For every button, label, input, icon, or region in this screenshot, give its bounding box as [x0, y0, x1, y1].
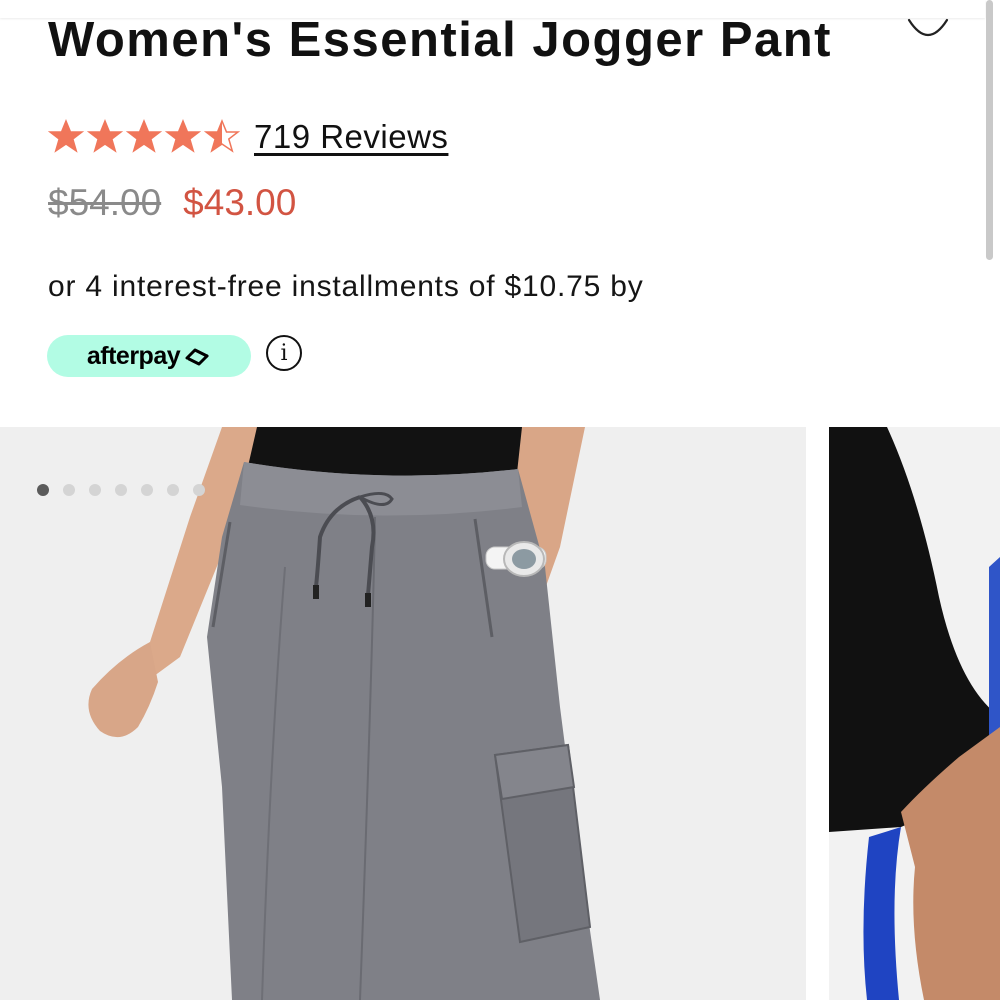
sale-price: $43.00 — [183, 182, 297, 223]
star-icon — [165, 119, 201, 153]
product-title: Women's Essential Jogger Pant — [48, 13, 833, 67]
reviews-link[interactable]: 719 Reviews — [254, 118, 448, 156]
star-rating — [48, 119, 240, 155]
heart-outline-icon — [907, 18, 949, 37]
product-image-gallery[interactable] — [0, 427, 1000, 1000]
info-icon[interactable]: i — [266, 335, 302, 371]
carousel-dot[interactable] — [89, 484, 101, 496]
star-icon — [126, 119, 162, 153]
price-row: $54.00 $43.00 — [48, 182, 296, 224]
carousel-dot[interactable] — [37, 484, 49, 496]
original-price: $54.00 — [48, 182, 162, 223]
product-image-main[interactable] — [0, 427, 806, 1000]
carousel-dot[interactable] — [167, 484, 179, 496]
rating-row: 719 Reviews — [48, 118, 448, 156]
carousel-dot[interactable] — [141, 484, 153, 496]
jogger-pant-photo — [0, 427, 806, 1000]
product-image-next[interactable] — [829, 427, 1000, 1000]
carousel-dot[interactable] — [63, 484, 75, 496]
star-icon — [87, 119, 123, 153]
info-glyph: i — [280, 340, 288, 366]
star-icon — [204, 119, 240, 153]
carousel-dots[interactable] — [37, 484, 205, 496]
scrollbar-thumb[interactable] — [986, 0, 993, 260]
star-icon — [48, 119, 84, 153]
afterpay-badge[interactable]: afterpay — [47, 335, 251, 377]
carousel-dot[interactable] — [193, 484, 205, 496]
afterpay-arrows-icon — [185, 348, 209, 366]
installments-text: or 4 interest-free installments of $10.7… — [48, 270, 644, 303]
wishlist-button[interactable] — [906, 10, 950, 46]
next-image-photo — [829, 427, 1000, 1000]
carousel-dot[interactable] — [115, 484, 127, 496]
afterpay-logo-text: afterpay — [86, 341, 181, 370]
